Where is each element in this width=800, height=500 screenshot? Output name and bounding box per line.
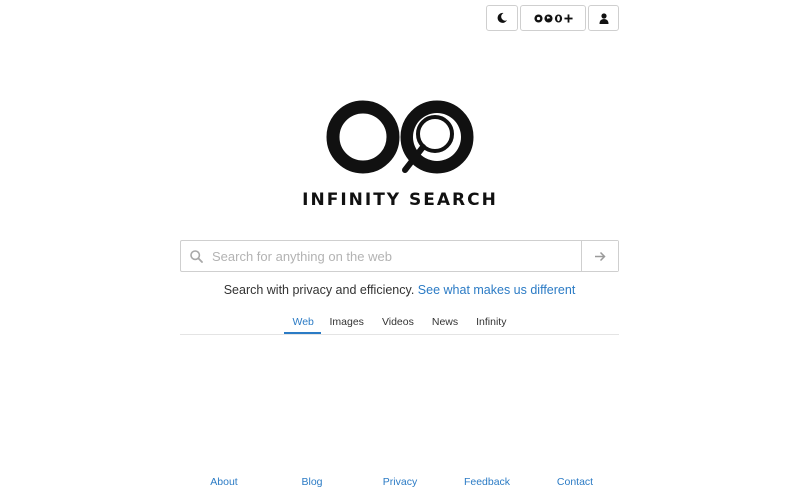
firefox-icon: [543, 13, 553, 23]
opera-icon: [554, 13, 562, 23]
account-button[interactable]: [588, 5, 619, 31]
tab-infinity[interactable]: Infinity: [467, 312, 515, 334]
infinity-magnifier-logo: [326, 100, 474, 174]
browser-extension-button[interactable]: [520, 5, 586, 31]
user-icon: [599, 12, 608, 24]
footer: About Blog Privacy Feedback Contact: [0, 476, 800, 490]
theme-toggle-button[interactable]: [486, 5, 518, 31]
moon-icon: [497, 12, 507, 23]
tab-images[interactable]: Images: [321, 312, 373, 334]
tagline: Search with privacy and efficiency. See …: [180, 283, 619, 297]
see-what-makes-us-different-link[interactable]: See what makes us different: [418, 283, 576, 297]
tab-news[interactable]: News: [423, 312, 467, 334]
footer-link-blog[interactable]: Blog: [301, 476, 322, 488]
footer-link-privacy[interactable]: Privacy: [383, 476, 417, 488]
tab-web[interactable]: Web: [283, 312, 321, 334]
footer-link-feedback[interactable]: Feedback: [464, 476, 510, 488]
search-bar: [180, 240, 619, 272]
search-submit-button[interactable]: [581, 241, 618, 271]
footer-link-about[interactable]: About: [210, 476, 237, 488]
tagline-text: Search with privacy and efficiency.: [223, 283, 415, 297]
chrome-icon: [533, 13, 543, 23]
tab-videos[interactable]: Videos: [373, 312, 423, 334]
search-type-tabs: Web Images Videos News Infinity: [180, 312, 619, 335]
arrow-right-icon: [595, 251, 606, 261]
footer-link-contact[interactable]: Contact: [557, 476, 593, 488]
header-controls: [486, 5, 619, 31]
search-input[interactable]: [212, 241, 581, 271]
search-icon: [190, 249, 203, 263]
search-icon-wrap: [181, 241, 212, 271]
add-icon: [563, 13, 573, 23]
brand-name: INFINITY SEARCH: [302, 190, 498, 210]
